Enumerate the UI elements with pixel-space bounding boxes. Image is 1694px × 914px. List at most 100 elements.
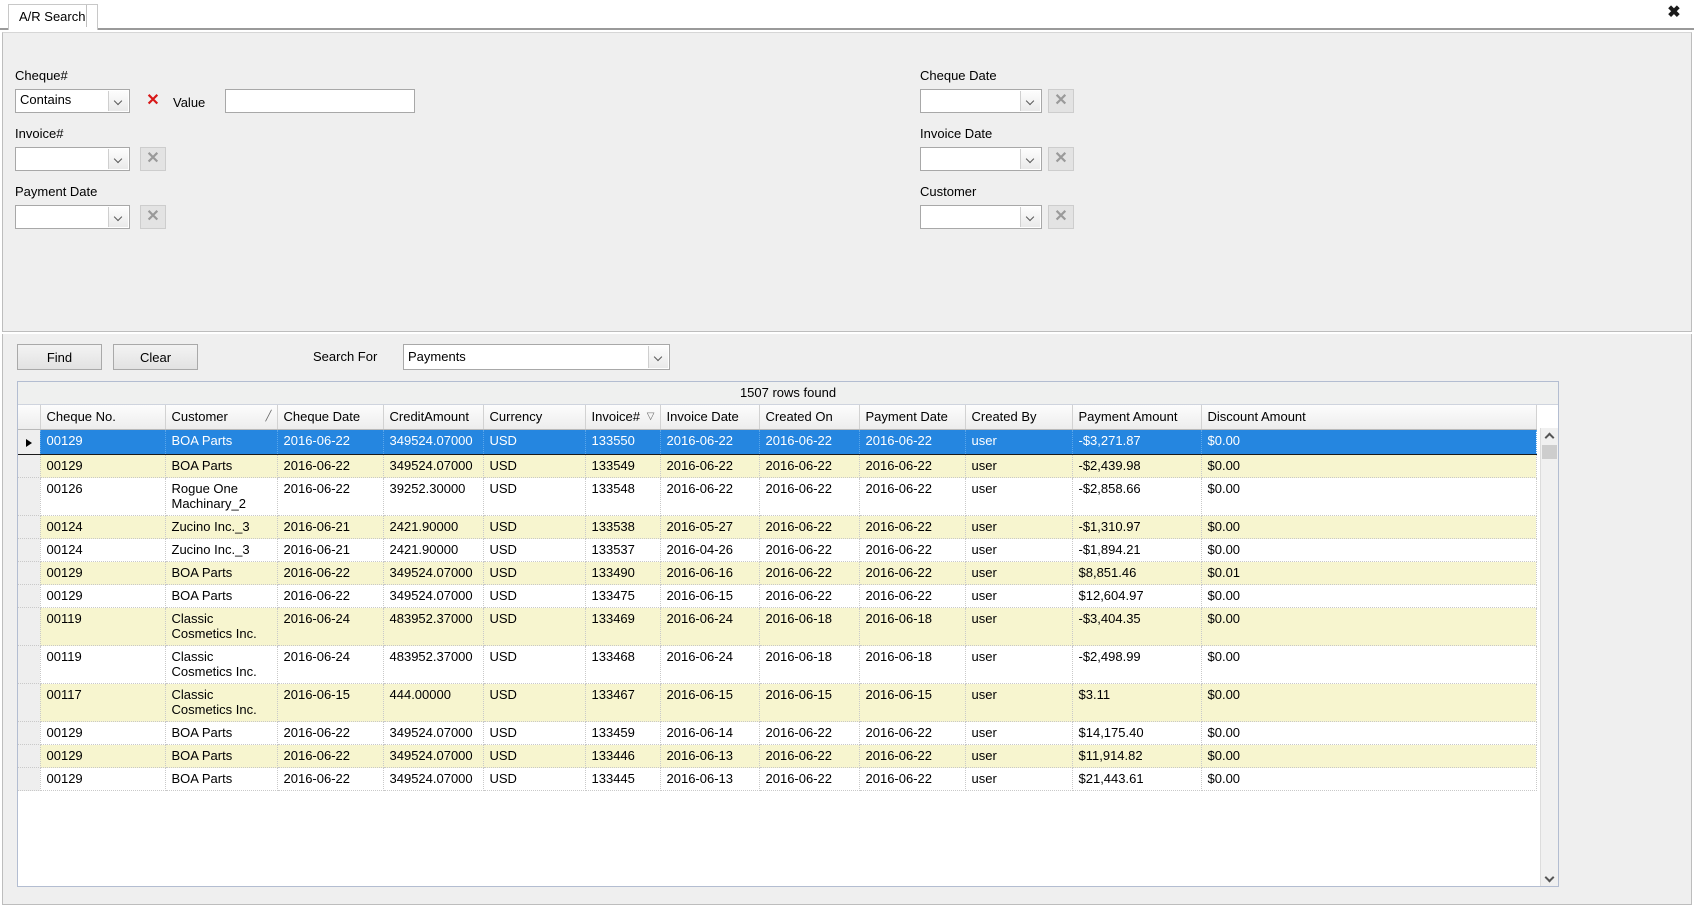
label-cheque-date: Cheque Date [920, 68, 997, 83]
column-header-credit-amount[interactable]: CreditAmount [383, 405, 484, 430]
cell-payment-amount: $14,175.40 [1072, 721, 1202, 745]
column-header-created-by[interactable]: Created By [965, 405, 1073, 430]
cell-invoice-no: 133537 [585, 538, 661, 562]
row-selector-cell[interactable] [18, 767, 41, 791]
cell-payment-date: 2016-06-22 [859, 515, 966, 539]
cell-created-by: user [965, 767, 1073, 791]
invoice-date-clear-button[interactable]: ✕ [1048, 147, 1074, 171]
column-header-cheque-date[interactable]: Cheque Date [277, 405, 384, 430]
cheque-no-operator-select[interactable]: Contains [15, 89, 130, 113]
column-header-customer[interactable]: Customer ╱ [165, 405, 278, 430]
search-for-select[interactable]: Payments [403, 344, 670, 370]
row-selector-cell[interactable] [18, 721, 41, 745]
cell-invoice-no: 133548 [585, 477, 661, 516]
column-label: Invoice Date [666, 409, 739, 424]
table-row[interactable]: 00119 Classic Cosmetics Inc. 2016-06-24 483… [18, 645, 1537, 684]
table-row[interactable]: 00129 BOA Parts 2016-06-22 349524.07000 USD 1… [18, 721, 1537, 745]
cell-cheque-date: 2016-06-22 [277, 429, 384, 455]
find-button[interactable]: Find [17, 344, 102, 370]
scrollbar-thumb[interactable] [1542, 445, 1557, 459]
grid-vertical-scrollbar[interactable] [1540, 428, 1558, 886]
cell-cheque-date: 2016-06-21 [277, 538, 384, 562]
cell-invoice-date: 2016-06-13 [660, 767, 760, 791]
payment-date-clear-button[interactable]: ✕ [140, 205, 166, 229]
label-search-for: Search For [313, 349, 378, 364]
column-header-created-on[interactable]: Created On [759, 405, 860, 430]
cell-invoice-date: 2016-06-24 [660, 645, 760, 684]
cheque-date-clear-button[interactable]: ✕ [1048, 89, 1074, 113]
invoice-date-select[interactable] [920, 147, 1042, 171]
cheque-no-value-input[interactable] [225, 89, 415, 113]
cell-customer: Zucino Inc._3 [165, 538, 278, 562]
table-row[interactable]: 00124 Zucino Inc._3 2016-06-21 2421.90000 US… [18, 538, 1537, 562]
cell-currency: USD [483, 744, 586, 768]
row-selector-cell[interactable] [18, 538, 41, 562]
table-row[interactable]: 00129 BOA Parts 2016-06-22 349524.07000 USD 1… [18, 584, 1537, 608]
cell-credit-amount: 349524.07000 [383, 429, 484, 455]
table-row[interactable]: 00129 BOA Parts 2016-06-22 349524.07000 USD 1… [18, 744, 1537, 768]
table-row[interactable]: 00129 BOA Parts 2016-06-22 349524.07000 USD 1… [18, 767, 1537, 791]
cell-cheque-no: 00129 [40, 584, 166, 608]
cell-cheque-date: 2016-06-22 [277, 454, 384, 478]
table-row[interactable]: 00129 BOA Parts 2016-06-22 349524.07000 USD 1… [18, 454, 1537, 478]
cell-created-by: user [965, 683, 1073, 722]
close-icon[interactable]: ✖ [1664, 3, 1684, 23]
cheque-date-select[interactable] [920, 89, 1042, 113]
cell-customer: Classic Cosmetics Inc. [165, 645, 278, 684]
row-selector-cell[interactable] [18, 515, 41, 539]
column-label: Payment Date [865, 409, 948, 424]
cell-discount-amount: $0.00 [1201, 721, 1537, 745]
invoice-no-clear-button[interactable]: ✕ [140, 147, 166, 171]
cell-cheque-no: 00119 [40, 607, 166, 646]
table-row[interactable]: 00126 Rogue One Machinary_2 2016-06-22 3925… [18, 477, 1537, 516]
grid-scroll-region: Cheque No. Customer ╱ Cheque Date Credit… [18, 405, 1558, 886]
column-header-discount-amount[interactable]: Discount Amount [1201, 405, 1537, 430]
table-row[interactable]: 00117 Classic Cosmetics Inc. 2016-06-15 444… [18, 683, 1537, 722]
payment-date-select[interactable] [15, 205, 130, 229]
row-selector-header [18, 405, 41, 430]
row-selector-cell[interactable] [18, 429, 41, 455]
row-selector-cell[interactable] [18, 561, 41, 585]
cheque-no-clear-button[interactable]: ✕ [140, 89, 166, 113]
table-row[interactable]: 00129 BOA Parts 2016-06-22 349524.07000 USD 1… [18, 429, 1537, 455]
cell-cheque-no: 00129 [40, 744, 166, 768]
cell-customer: Classic Cosmetics Inc. [165, 607, 278, 646]
table-row[interactable]: 00119 Classic Cosmetics Inc. 2016-06-24 483… [18, 607, 1537, 646]
row-selector-cell[interactable] [18, 744, 41, 768]
row-selector-cell[interactable] [18, 645, 41, 684]
payments-table: Cheque No. Customer ╱ Cheque Date Credit… [18, 405, 1537, 791]
column-header-payment-amount[interactable]: Payment Amount [1072, 405, 1202, 430]
row-selector-cell[interactable] [18, 584, 41, 608]
table-row[interactable]: 00124 Zucino Inc._3 2016-06-21 2421.90000 US… [18, 515, 1537, 539]
cell-invoice-no: 133445 [585, 767, 661, 791]
customer-clear-button[interactable]: ✕ [1048, 205, 1074, 229]
row-selector-cell[interactable] [18, 477, 41, 516]
column-header-invoice-date[interactable]: Invoice Date [660, 405, 760, 430]
column-header-currency[interactable]: Currency [483, 405, 586, 430]
column-header-invoice-no[interactable]: Invoice# ▽ [585, 405, 661, 430]
cell-payment-date: 2016-06-22 [859, 454, 966, 478]
cell-payment-amount: -$2,439.98 [1072, 454, 1202, 478]
cell-created-on: 2016-06-15 [759, 683, 860, 722]
invoice-no-select[interactable] [15, 147, 130, 171]
cell-invoice-date: 2016-06-16 [660, 561, 760, 585]
clear-button[interactable]: Clear [113, 344, 198, 370]
table-row[interactable]: 00129 BOA Parts 2016-06-22 349524.07000 USD 1… [18, 561, 1537, 585]
cell-payment-amount: -$1,310.97 [1072, 515, 1202, 539]
cell-cheque-date: 2016-06-22 [277, 584, 384, 608]
scroll-up-icon[interactable] [1541, 428, 1558, 445]
row-selector-cell[interactable] [18, 607, 41, 646]
column-header-payment-date[interactable]: Payment Date [859, 405, 966, 430]
row-selector-cell[interactable] [18, 454, 41, 478]
cell-discount-amount: $0.00 [1201, 645, 1537, 684]
cell-cheque-no: 00124 [40, 538, 166, 562]
label-payment-date: Payment Date [15, 184, 98, 199]
cell-payment-amount: $11,914.82 [1072, 744, 1202, 768]
row-selector-cell[interactable] [18, 683, 41, 722]
scroll-down-icon[interactable] [1541, 870, 1558, 886]
column-header-cheque-no[interactable]: Cheque No. [40, 405, 166, 430]
customer-select[interactable] [920, 205, 1042, 229]
cell-discount-amount: $0.00 [1201, 454, 1537, 478]
cell-payment-date: 2016-06-22 [859, 584, 966, 608]
tab-ar-search[interactable]: A/R Search [8, 4, 99, 30]
